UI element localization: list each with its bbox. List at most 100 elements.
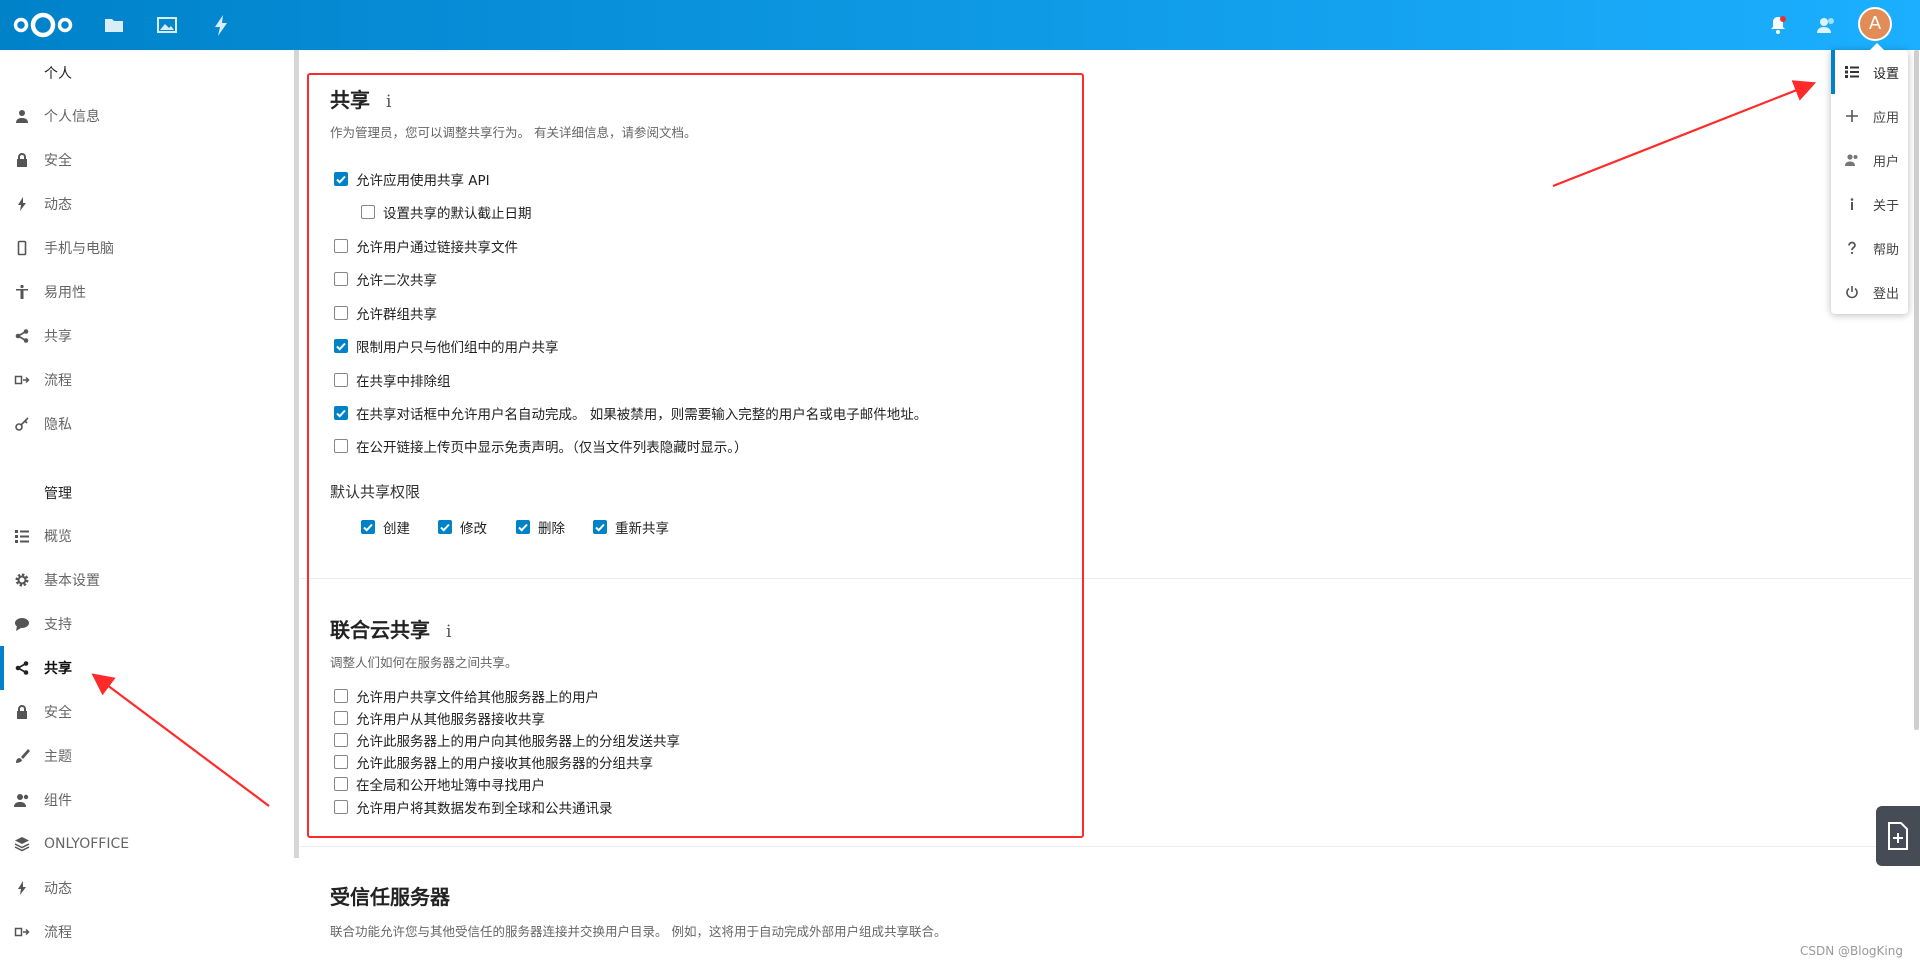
checkbox-restrict-to-groups[interactable]: 限制用户只与他们组中的用户共享 (334, 336, 559, 356)
checkbox-exclude-groups[interactable]: 在共享中排除组 (334, 370, 451, 390)
checkbox[interactable] (334, 439, 348, 453)
checkbox[interactable] (334, 406, 348, 420)
sidebar-item-privacy[interactable]: 隐私 (0, 402, 290, 446)
checkbox-permission-reshare[interactable]: 重新共享 (593, 517, 669, 537)
sidebar-item-label: 概览 (44, 529, 72, 545)
sidebar-item-activity[interactable]: 动态 (0, 182, 290, 226)
checkbox[interactable] (334, 800, 348, 814)
settings-list-icon (1845, 65, 1859, 79)
checkbox-show-disclaimer[interactable]: 在公开链接上传页中显示免责声明。（仅当文件列表隐藏时显示。） (334, 436, 748, 456)
sidebar-item-sharing[interactable]: 共享 (0, 646, 290, 690)
menu-caret (1870, 43, 1884, 50)
checkbox[interactable] (334, 239, 348, 253)
share-icon (14, 328, 30, 344)
trusted-servers-description: 联合功能允许您与其他受信任的服务器连接并交换用户目录。 例如，这将用于自动完成外… (330, 924, 947, 939)
sidebar-item-admin-flow[interactable]: 流程 (0, 910, 290, 954)
menu-item-settings[interactable]: 设置 (1831, 50, 1908, 94)
checkbox-fed-group-incoming[interactable]: 允许此服务器上的用户接收其他服务器的分组共享 (334, 752, 653, 772)
files-icon[interactable] (101, 12, 127, 38)
checkbox-fed-lookup[interactable]: 在全局和公开地址簿中寻找用户 (334, 774, 545, 794)
checkbox-label: 在公开链接上传页中显示免责声明。（仅当文件列表隐藏时显示。） (356, 440, 748, 456)
sidebar-item-security[interactable]: 安全 (0, 138, 290, 182)
checkbox[interactable] (334, 711, 348, 725)
new-document-button[interactable] (1876, 806, 1920, 866)
users-icon (1845, 153, 1859, 167)
sidebar-item-flow-personal[interactable]: 流程 (0, 358, 290, 402)
menu-item-about[interactable]: 关于 (1831, 182, 1908, 226)
checkbox-permission-delete[interactable]: 删除 (516, 517, 565, 537)
checkbox-fed-incoming[interactable]: 允许用户从其他服务器接收共享 (334, 708, 545, 728)
sidebar-item-basic-settings[interactable]: 基本设置 (0, 558, 290, 602)
checkbox-fed-outgoing[interactable]: 允许用户共享文件给其他服务器上的用户 (334, 686, 599, 706)
menu-item-help[interactable]: 帮助 (1831, 226, 1908, 270)
checkbox[interactable] (334, 733, 348, 747)
menu-item-apps[interactable]: 应用 (1831, 94, 1908, 138)
checkbox-permission-update[interactable]: 修改 (438, 517, 487, 537)
sidebar-item-admin-security[interactable]: 安全 (0, 690, 290, 734)
flow-icon (14, 924, 30, 940)
paintbrush-icon (14, 748, 30, 764)
page-scrollbar[interactable] (1914, 50, 1919, 730)
activity-icon[interactable] (208, 12, 234, 38)
sidebar-item-label: 共享 (44, 661, 72, 677)
contacts-icon[interactable] (1813, 12, 1839, 38)
sidebar-item-label: 组件 (44, 793, 72, 809)
checkbox-fed-publish[interactable]: 允许用户将其数据发布到全球和公共通讯录 (334, 797, 613, 817)
sidebar-item-label: 隐私 (44, 417, 72, 433)
group-icon (14, 792, 30, 808)
sidebar-item-groupware[interactable]: 组件 (0, 778, 290, 822)
sidebar-item-label: 动态 (44, 881, 72, 897)
menu-item-logout[interactable]: 登出 (1831, 270, 1908, 314)
sidebar-item-devices[interactable]: 手机与电脑 (0, 226, 290, 270)
sidebar-scrollbar[interactable] (294, 50, 299, 858)
sidebar-item-admin-activity[interactable]: 动态 (0, 866, 290, 910)
sidebar-item-label: 手机与电脑 (44, 241, 114, 257)
checkbox[interactable] (361, 205, 375, 219)
checkbox[interactable] (334, 755, 348, 769)
checkbox-allow-resharing[interactable]: 允许二次共享 (334, 269, 437, 289)
checkbox-allow-link-sharing[interactable]: 允许用户通过链接共享文件 (334, 236, 518, 256)
checkbox[interactable] (334, 306, 348, 320)
sidebar-item-onlyoffice[interactable]: ONLYOFFICE (0, 822, 290, 866)
checkbox[interactable] (334, 172, 348, 186)
checkbox[interactable] (334, 689, 348, 703)
checkbox[interactable] (516, 520, 530, 534)
user-avatar[interactable]: A (1858, 7, 1892, 41)
sidebar-item-support[interactable]: 支持 (0, 602, 290, 646)
sidebar-item-label: 基本设置 (44, 573, 100, 589)
sidebar-item-theming[interactable]: 主题 (0, 734, 290, 778)
checkbox[interactable] (334, 373, 348, 387)
checkbox[interactable] (334, 777, 348, 791)
menu-item-label: 设置 (1873, 66, 1900, 82)
sidebar-item-sharing-personal[interactable]: 共享 (0, 314, 290, 358)
photos-icon[interactable] (154, 12, 180, 38)
checkbox[interactable] (361, 520, 375, 534)
checkbox[interactable] (334, 339, 348, 353)
checkbox[interactable] (334, 272, 348, 286)
checkbox-allow-share-api[interactable]: 允许应用使用共享 API (334, 169, 490, 189)
info-icon[interactable]: i (446, 622, 451, 642)
checkbox-username-autocomplete[interactable]: 在共享对话框中允许用户名自动完成。 如果被禁用，则需要输入完整的用户名或电子邮件… (334, 403, 927, 423)
info-icon[interactable]: i (386, 92, 391, 112)
menu-item-users[interactable]: 用户 (1831, 138, 1908, 182)
sidebar-item-overview[interactable]: 概览 (0, 514, 290, 558)
checkbox-label: 允许群组共享 (356, 307, 437, 323)
sidebar-item-accessibility[interactable]: 易用性 (0, 270, 290, 314)
notifications-icon[interactable] (1765, 12, 1791, 38)
menu-item-label: 帮助 (1873, 242, 1900, 258)
checkbox-label: 重新共享 (615, 521, 669, 537)
checkbox-allow-group-sharing[interactable]: 允许群组共享 (334, 303, 437, 323)
nextcloud-logo-icon[interactable] (12, 9, 74, 41)
checkbox-label: 在共享对话框中允许用户名自动完成。 如果被禁用，则需要输入完整的用户名或电子邮件… (356, 407, 928, 423)
help-icon (1845, 241, 1859, 255)
checkbox[interactable] (438, 520, 452, 534)
checkbox[interactable] (593, 520, 607, 534)
sidebar-item-personal-info[interactable]: 个人信息 (0, 94, 290, 138)
settings-sidebar: 个人 个人信息 安全 动态 手机与电脑 易用性 共享 流程 隐私 管理 概览 基… (0, 50, 296, 969)
menu-item-label: 登出 (1873, 286, 1900, 302)
checkbox-fed-group-outgoing[interactable]: 允许此服务器上的用户向其他服务器上的分组发送共享 (334, 730, 680, 750)
power-icon (1845, 285, 1859, 299)
checkbox-permission-create[interactable]: 创建 (361, 517, 410, 537)
personal-caption: 个人 (44, 66, 72, 82)
checkbox-default-expiry[interactable]: 设置共享的默认截止日期 (361, 202, 532, 222)
